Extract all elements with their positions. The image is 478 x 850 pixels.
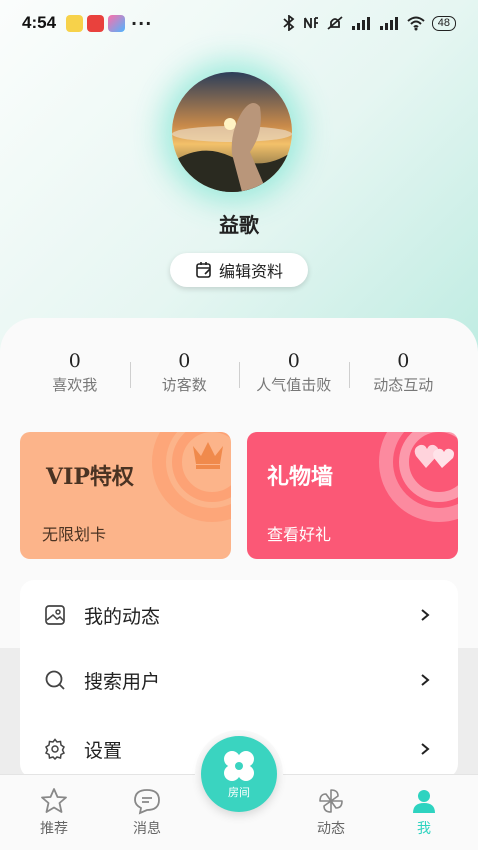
nav-recommend[interactable]: 推荐 bbox=[19, 787, 89, 838]
clover-icon bbox=[224, 751, 254, 781]
stat-label: 人气值击败 bbox=[256, 376, 332, 394]
more-notifications-icon: ··· bbox=[131, 13, 153, 33]
game-app-icon bbox=[108, 14, 126, 32]
room-button[interactable]: 房间 bbox=[201, 736, 277, 812]
stat-label: 动态互动 bbox=[373, 376, 434, 394]
nav-label: 动态 bbox=[317, 821, 345, 837]
stat-label: 喜欢我 bbox=[52, 376, 98, 394]
system-icons: 48 bbox=[282, 15, 456, 31]
stat-value: 0 bbox=[287, 350, 300, 372]
menu-label: 搜索用户 bbox=[84, 670, 161, 693]
chat-app-icon bbox=[66, 14, 84, 32]
nav-label: 我 bbox=[417, 821, 431, 837]
room-label: 房间 bbox=[228, 786, 250, 799]
nav-moments[interactable]: 动态 bbox=[296, 787, 366, 838]
stat-value: 0 bbox=[178, 350, 191, 372]
nav-label: 消息 bbox=[133, 821, 161, 837]
edit-profile-label: 编辑资料 bbox=[218, 262, 283, 281]
edit-profile-button[interactable]: 编辑资料 bbox=[170, 253, 308, 287]
avatar[interactable] bbox=[172, 72, 292, 192]
pinwheel-icon bbox=[319, 789, 343, 813]
stat-interactions[interactable]: 0 动态互动 bbox=[348, 350, 459, 395]
chevron-right-icon bbox=[421, 674, 430, 686]
search-icon bbox=[45, 670, 65, 690]
person-icon bbox=[413, 790, 435, 813]
menu-label: 设置 bbox=[84, 739, 123, 762]
status-time: 4:54 bbox=[22, 13, 57, 32]
mute-icon bbox=[327, 16, 343, 30]
vip-subtitle: 无限划卡 bbox=[42, 525, 107, 544]
hearts-icon bbox=[414, 444, 454, 468]
nfc-icon bbox=[303, 17, 318, 29]
battery-indicator: 48 bbox=[431, 15, 456, 31]
nav-label: 推荐 bbox=[40, 821, 68, 837]
chevron-right-icon bbox=[421, 609, 430, 621]
stat-popularity[interactable]: 0 人气值击败 bbox=[239, 350, 349, 395]
message-icon bbox=[134, 789, 160, 815]
shopping-app-icon bbox=[87, 14, 105, 32]
stat-visitors[interactable]: 0 访客数 bbox=[129, 350, 240, 395]
username: 益歌 bbox=[219, 213, 259, 237]
gear-icon bbox=[44, 738, 66, 760]
nav-me[interactable]: 我 bbox=[389, 787, 459, 838]
stat-likes[interactable]: 0 喜欢我 bbox=[20, 350, 130, 395]
wifi-icon bbox=[407, 16, 425, 31]
menu-item-my-moments[interactable]: 我的动态 bbox=[20, 590, 458, 640]
stats-row: 0 喜欢我 0 访客数 0 人气值击败 0 动态互动 bbox=[20, 350, 458, 395]
image-icon bbox=[45, 605, 65, 625]
edit-calendar-icon bbox=[196, 262, 211, 278]
menu-label: 我的动态 bbox=[84, 605, 161, 628]
gift-wall-subtitle: 查看好礼 bbox=[267, 525, 332, 544]
signal-icon bbox=[351, 17, 370, 30]
vip-title: VIP特权 bbox=[46, 464, 134, 490]
vip-card[interactable]: VIP特权 无限划卡 bbox=[20, 432, 231, 559]
bluetooth-icon bbox=[283, 15, 295, 31]
notification-icons bbox=[66, 14, 126, 32]
avatar-image bbox=[172, 72, 292, 192]
gift-wall-title: 礼物墙 bbox=[267, 464, 334, 490]
stat-value: 0 bbox=[68, 350, 81, 372]
signal-icon-2 bbox=[379, 17, 398, 30]
menu-item-search-users[interactable]: 搜索用户 bbox=[20, 655, 458, 705]
star-icon bbox=[41, 788, 67, 813]
status-bar: 4:54 ··· 48 bbox=[0, 0, 478, 46]
crown-icon bbox=[193, 442, 223, 469]
chevron-right-icon bbox=[421, 743, 430, 755]
gift-wall-card[interactable]: 礼物墙 查看好礼 bbox=[247, 432, 458, 559]
nav-messages[interactable]: 消息 bbox=[112, 787, 182, 838]
stat-label: 访客数 bbox=[161, 376, 207, 394]
stat-value: 0 bbox=[397, 350, 410, 372]
